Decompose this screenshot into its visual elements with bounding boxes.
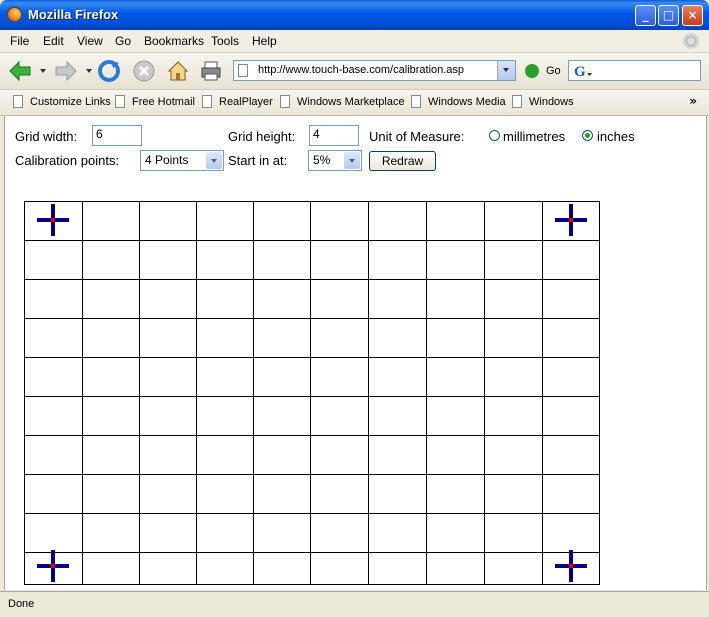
chevron-down-icon[interactable] — [344, 152, 360, 169]
reload-icon[interactable] — [97, 59, 121, 83]
forward-dropdown-icon[interactable] — [86, 69, 92, 73]
start-in-at-value: 5% — [313, 153, 331, 167]
calibration-points-label: Calibration points: — [15, 153, 120, 168]
unit-label: Unit of Measure: — [369, 129, 465, 144]
search-input[interactable]: G — [568, 60, 701, 81]
go-icon[interactable] — [525, 64, 539, 78]
bookmark-page-icon — [202, 95, 212, 108]
bookmark-page-icon — [411, 95, 421, 108]
title-bar: Mozilla Firefox _ □ × — [0, 0, 709, 30]
calibration-crosshair-bottom-right — [555, 550, 587, 582]
bookmark-page-icon — [13, 95, 23, 108]
firefox-icon — [6, 6, 23, 23]
calibration-points-value: 4 Points — [145, 153, 189, 167]
grid-height-label: Grid height: — [228, 129, 296, 144]
menu-edit[interactable]: Edit — [43, 34, 64, 48]
browser-window: Mozilla Firefox _ □ × File Edit View Go … — [0, 0, 709, 617]
maximize-button[interactable]: □ — [658, 5, 679, 26]
address-bar[interactable]: http://www.touch-base.com/calibration.as… — [233, 60, 516, 81]
menu-bar: File Edit View Go Bookmarks Tools Help — [0, 30, 709, 53]
url-dropdown-icon[interactable] — [497, 61, 515, 80]
bookmark-windows-marketplace[interactable]: Windows Marketplace — [297, 96, 405, 108]
millimetres-radio[interactable] — [489, 130, 500, 141]
print-icon[interactable] — [199, 59, 223, 83]
page-icon — [238, 64, 248, 77]
bookmark-windows[interactable]: Windows — [529, 96, 574, 108]
calibration-points-select[interactable]: 4 Points — [140, 150, 224, 171]
grid-width-input[interactable]: 6 — [92, 125, 142, 146]
stop-icon[interactable] — [132, 59, 156, 83]
redraw-button[interactable]: Redraw — [369, 151, 436, 171]
go-button-label[interactable]: Go — [546, 65, 561, 77]
forward-icon[interactable] — [54, 59, 78, 83]
grid-width-label: Grid width: — [15, 129, 78, 144]
inches-label[interactable]: inches — [597, 129, 635, 144]
chevron-down-icon[interactable] — [206, 152, 222, 169]
menu-help[interactable]: Help — [252, 34, 277, 48]
bookmark-page-icon — [512, 95, 522, 108]
status-text: Done — [8, 598, 35, 610]
calibration-crosshair-top-left — [37, 204, 69, 236]
calibration-grid — [24, 201, 600, 585]
bookmark-realplayer[interactable]: RealPlayer — [219, 96, 273, 108]
bookmark-page-icon — [280, 95, 290, 108]
minimize-button[interactable]: _ — [635, 5, 656, 26]
window-title: Mozilla Firefox — [28, 7, 119, 22]
navigation-toolbar: http://www.touch-base.com/calibration.as… — [0, 53, 709, 90]
menu-tools[interactable]: Tools — [211, 34, 239, 48]
status-bar: Done — [0, 591, 709, 617]
bookmark-free-hotmail[interactable]: Free Hotmail — [132, 96, 195, 108]
millimetres-label[interactable]: millimetres — [503, 129, 565, 144]
close-button[interactable]: × — [682, 5, 703, 26]
menu-view[interactable]: View — [77, 34, 103, 48]
back-dropdown-icon[interactable] — [40, 69, 46, 73]
calibration-crosshair-bottom-left — [37, 550, 69, 582]
calibration-crosshair-top-right — [555, 204, 587, 236]
start-in-at-label: Start in at: — [228, 153, 288, 168]
bookmark-page-icon — [115, 95, 125, 108]
bookmark-windows-media[interactable]: Windows Media — [428, 96, 506, 108]
inches-radio[interactable] — [582, 130, 593, 141]
bookmarks-toolbar: Customize Links Free Hotmail RealPlayer … — [0, 90, 709, 116]
throbber-icon — [683, 33, 699, 49]
grid-height-input[interactable]: 4 — [309, 125, 359, 146]
start-in-at-select[interactable]: 5% — [308, 150, 362, 171]
home-icon[interactable] — [166, 59, 190, 83]
menu-file[interactable]: File — [10, 34, 29, 48]
google-icon[interactable]: G — [573, 63, 593, 78]
page-content: Grid width: 6 Grid height: 4 Unit of Mea… — [4, 116, 707, 590]
more-bookmarks-icon[interactable]: » — [689, 94, 697, 108]
svg-text:G: G — [574, 64, 586, 78]
back-icon[interactable] — [8, 59, 32, 83]
menu-bookmarks[interactable]: Bookmarks — [144, 34, 204, 48]
bookmark-customize-links[interactable]: Customize Links — [30, 96, 111, 108]
menu-go[interactable]: Go — [115, 34, 131, 48]
url-text[interactable]: http://www.touch-base.com/calibration.as… — [258, 64, 464, 76]
